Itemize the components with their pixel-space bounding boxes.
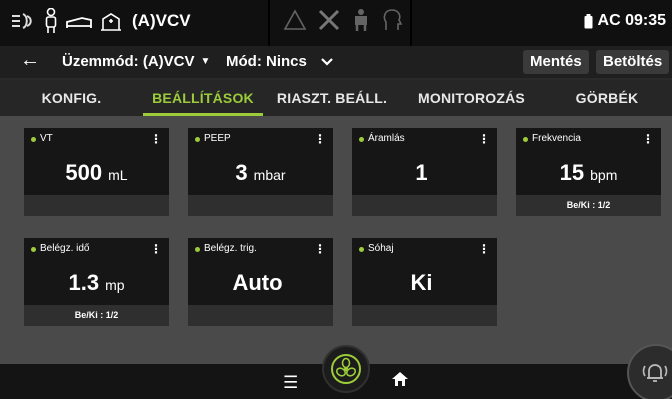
mod-dropdown[interactable]: Mód: Nincs: [226, 53, 333, 70]
card-value: 3: [235, 160, 248, 185]
head-icon: [383, 9, 403, 30]
kebab-menu-icon[interactable]: ⋮: [478, 132, 490, 146]
card-footer: [352, 195, 497, 216]
card-value-row: 500 mL: [24, 151, 169, 195]
kebab-menu-icon[interactable]: ⋮: [150, 132, 162, 146]
tab-gorbek[interactable]: GÖRBÉK: [542, 80, 672, 116]
load-button[interactable]: Betöltés: [596, 50, 670, 74]
card-footer: [188, 195, 333, 216]
setting-card-frekvencia[interactable]: Frekvencia ⋮ 15 bpm Be/Ki : 1/2: [516, 128, 661, 216]
setting-card-peep[interactable]: PEEP ⋮ 3 mbar: [188, 128, 333, 216]
setting-card-sohaj[interactable]: Sóhaj ⋮ Ki: [352, 238, 497, 326]
save-button[interactable]: Mentés: [523, 50, 589, 74]
status-dot: [359, 247, 364, 252]
card-header: Frekvencia ⋮: [516, 128, 661, 151]
home-icon[interactable]: [391, 371, 409, 387]
tab-beallitasok[interactable]: BEÁLLÍTÁSOK: [143, 80, 263, 116]
card-value: 15: [559, 160, 585, 185]
chevron-down-icon: [321, 57, 333, 66]
caret-down-icon: ▼: [200, 56, 211, 67]
tab-riaszt-beall[interactable]: RIASZT. BEÁLL.: [263, 80, 401, 116]
card-header: Áramlás ⋮: [352, 128, 497, 151]
fan-button[interactable]: [322, 345, 370, 393]
card-header: Belégz. idő ⋮: [24, 238, 169, 261]
card-value-row: 3 mbar: [188, 151, 333, 195]
setting-card-belegz-ido[interactable]: Belégz. idő ⋮ 1.3 mp Be/Ki : 1/2: [24, 238, 169, 326]
bed-icon: [66, 17, 92, 28]
card-footer: Be/Ki : 1/2: [24, 305, 169, 326]
card-value-row: Ki: [352, 261, 497, 305]
back-arrow-icon[interactable]: ←: [20, 49, 40, 72]
card-title: Frekvencia: [532, 133, 581, 144]
card-value-row: 1: [352, 151, 497, 195]
status-bar: (A)VCV AC 09:35: [0, 0, 672, 46]
card-title: VT: [40, 133, 53, 144]
status-separator: [410, 0, 412, 46]
card-title: Sóhaj: [368, 243, 394, 254]
setting-card-belegz-trig[interactable]: Belégz. trig. ⋮ Auto: [188, 238, 333, 326]
mode-dropdown-label: Üzemmód: (A)VCV: [62, 53, 195, 70]
fan-icon: [331, 354, 361, 384]
ventilator-icon: [12, 13, 32, 29]
card-footer: [352, 305, 497, 326]
mode-dropdown[interactable]: Üzemmód: (A)VCV ▼: [62, 53, 210, 70]
card-value: 1: [415, 160, 428, 185]
card-value: Auto: [232, 270, 283, 295]
tab-bar: KONFIG. BEÁLLÍTÁSOK RIASZT. BEÁLL. MONIT…: [0, 80, 672, 116]
card-value: Ki: [410, 270, 433, 295]
status-dot: [31, 247, 36, 252]
menu-icon[interactable]: ☰: [283, 373, 298, 393]
card-title: Belégz. idő: [40, 243, 90, 254]
status-dot: [523, 137, 528, 142]
card-header: VT ⋮: [24, 128, 169, 151]
card-header: PEEP ⋮: [188, 128, 333, 151]
kebab-menu-icon[interactable]: ⋮: [642, 132, 654, 146]
card-value: 1.3: [68, 270, 100, 295]
card-unit: mp: [105, 277, 125, 293]
card-footer: [24, 195, 169, 216]
status-icons: [283, 8, 403, 32]
warning-icon: [283, 9, 307, 30]
card-footer: Be/Ki : 1/2: [516, 195, 661, 216]
status-left-group: (A)VCV: [10, 8, 191, 34]
card-footer: [188, 305, 333, 326]
card-value-row: Auto: [188, 261, 333, 305]
status-clock: AC 09:35: [584, 12, 666, 30]
ventilation-mode-label: (A)VCV: [132, 11, 191, 30]
tab-konfig[interactable]: KONFIG.: [0, 80, 143, 116]
patient-icon: [45, 8, 57, 33]
tools-icon[interactable]: [317, 8, 341, 32]
status-dot: [195, 247, 200, 252]
card-title: Áramlás: [368, 133, 405, 144]
card-unit: bpm: [590, 167, 618, 183]
kebab-menu-icon[interactable]: ⋮: [314, 132, 326, 146]
kebab-menu-icon[interactable]: ⋮: [314, 242, 326, 256]
mod-dropdown-label: Mód: Nincs: [226, 53, 307, 70]
status-dot: [359, 137, 364, 142]
kebab-menu-icon[interactable]: ⋮: [478, 242, 490, 256]
card-header: Sóhaj ⋮: [352, 238, 497, 261]
card-value-row: 1.3 mp: [24, 261, 169, 305]
card-unit: mbar: [253, 167, 286, 183]
card-unit: mL: [108, 167, 128, 183]
setting-card-vt[interactable]: VT ⋮ 500 mL: [24, 128, 169, 216]
card-header: Belégz. trig. ⋮: [188, 238, 333, 261]
status-separator: [268, 0, 270, 46]
settings-panel: VT ⋮ 500 mL PEEP ⋮ 3 mbar Áramlás ⋮ 1 Fr…: [0, 116, 672, 364]
status-dot: [195, 137, 200, 142]
mode-bar: ← Üzemmód: (A)VCV ▼ Mód: Nincs Mentés Be…: [0, 46, 672, 78]
person-icon: [355, 9, 367, 31]
card-value-row: 15 bpm: [516, 151, 661, 195]
card-title: Belégz. trig.: [204, 243, 257, 254]
status-dot: [31, 137, 36, 142]
battery-icon: [584, 13, 593, 28]
card-title: PEEP: [204, 133, 231, 144]
hospital-icon: [101, 13, 121, 31]
setting-card-aramlas[interactable]: Áramlás ⋮ 1: [352, 128, 497, 216]
kebab-menu-icon[interactable]: ⋮: [150, 242, 162, 256]
card-value: 500: [65, 160, 103, 185]
tab-monitorozas[interactable]: MONITOROZÁS: [401, 80, 542, 116]
clock-text: AC 09:35: [597, 12, 666, 29]
alarm-bell-icon: [642, 364, 668, 382]
